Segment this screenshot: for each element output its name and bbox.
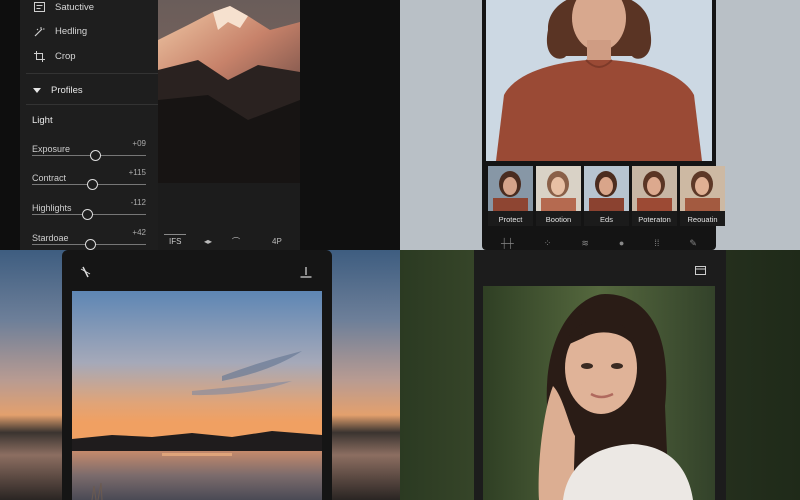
profiles-label: Profiles: [51, 85, 83, 96]
slider-label: Highlights: [32, 203, 72, 213]
slider-contrast[interactable]: Contract +115: [32, 168, 146, 190]
brush-icon[interactable]: ✎: [689, 238, 697, 249]
chevron-down-icon: [33, 88, 41, 93]
preset-label: Protect: [498, 215, 523, 224]
portrait-photo[interactable]: [486, 0, 712, 161]
adjustments-panel: Satuctive Hedling Crop Profiles Light Ex…: [20, 0, 158, 250]
tool-crop[interactable]: Crop: [33, 50, 76, 62]
tab-curve[interactable]: ⌒: [232, 236, 240, 247]
slider-exposure[interactable]: Exposure +09: [32, 139, 146, 161]
slider-value: +115: [128, 168, 146, 177]
profiles-toggle[interactable]: Profiles: [33, 85, 83, 96]
tool-label: Hedling: [55, 25, 88, 37]
preset-card[interactable]: Eds: [584, 166, 629, 226]
slider-value: +09: [132, 139, 146, 148]
tab-4p[interactable]: 4P: [272, 237, 282, 246]
tool-saturation[interactable]: Satuctive: [33, 1, 94, 13]
window-icon[interactable]: [695, 266, 706, 275]
divider: [26, 104, 158, 105]
sunset-photo[interactable]: [72, 291, 322, 500]
healing-icon: [33, 25, 45, 37]
preset-card[interactable]: Reouatin: [680, 166, 725, 226]
wave-icon[interactable]: ≋: [581, 238, 589, 249]
divider: [26, 73, 158, 74]
download-icon[interactable]: [300, 267, 312, 278]
slider-highlights[interactable]: Highlights -112: [32, 198, 146, 220]
crop-icon: [33, 50, 45, 62]
slider-label: Exposure: [32, 144, 71, 154]
slider-thumb[interactable]: [81, 209, 93, 220]
tool-healing[interactable]: Hedling: [33, 25, 87, 37]
preset-strip: Protect Bootion Eds Poteraton Reouatin: [488, 166, 725, 226]
portrait-presets-view: Protect Bootion Eds Poteraton Reouatin ┼…: [400, 0, 800, 250]
preset-label: Bootion: [545, 215, 572, 224]
slider-value: +42: [132, 228, 146, 237]
preset-thumbnail: [488, 166, 533, 211]
preset-thumbnail: [536, 166, 581, 211]
left-edge: [0, 0, 20, 250]
preset-label: Eds: [600, 215, 613, 224]
portrait-editor-view: [400, 250, 800, 500]
tool-label: Satuctive: [55, 1, 95, 13]
slider-thumb[interactable]: [85, 239, 97, 250]
preset-card[interactable]: Poteraton: [632, 166, 677, 226]
slider-thumb[interactable]: [87, 179, 99, 190]
saturation-icon: [33, 1, 45, 13]
mountain-photo[interactable]: [158, 0, 300, 183]
preset-card[interactable]: Bootion: [536, 166, 581, 226]
preset-thumbnail: [632, 166, 677, 211]
preset-card[interactable]: Protect: [488, 166, 533, 226]
slider-label: Stardoae: [32, 233, 69, 243]
editor-panel-view: Satuctive Hedling Crop Profiles Light Ex…: [0, 0, 400, 250]
slider-label: Contract: [32, 173, 67, 183]
slider-thumb[interactable]: [89, 150, 101, 161]
circle-icon[interactable]: ●: [619, 238, 624, 248]
tool-label: Crop: [55, 50, 76, 62]
no-brush-icon[interactable]: [80, 266, 91, 278]
edit-toolbar: ┼┼ ⁘ ≋ ● ⁞⁞ ✎: [486, 236, 712, 250]
woman-portrait-photo[interactable]: [483, 286, 715, 500]
preset-label: Poteraton: [638, 215, 671, 224]
preset-label: Reouatin: [687, 215, 718, 224]
bottom-tab-bar: ◂▸ ⌒ 4P: [160, 232, 310, 250]
preset-thumbnail: [680, 166, 725, 211]
tab-compare[interactable]: ◂▸: [204, 237, 212, 246]
slider-shadows[interactable]: Stardoae +42: [32, 228, 146, 250]
preset-thumbnail: [584, 166, 629, 211]
grid-icon[interactable]: ⁞⁞: [654, 238, 659, 248]
sparkle-icon[interactable]: ⁘: [544, 238, 552, 249]
ruler-icon[interactable]: ┼┼: [501, 238, 514, 248]
sunset-editor-view: [0, 250, 400, 500]
section-title-light: Light: [32, 115, 53, 126]
dark-gutter: [300, 0, 400, 250]
slider-value: -112: [130, 198, 146, 207]
